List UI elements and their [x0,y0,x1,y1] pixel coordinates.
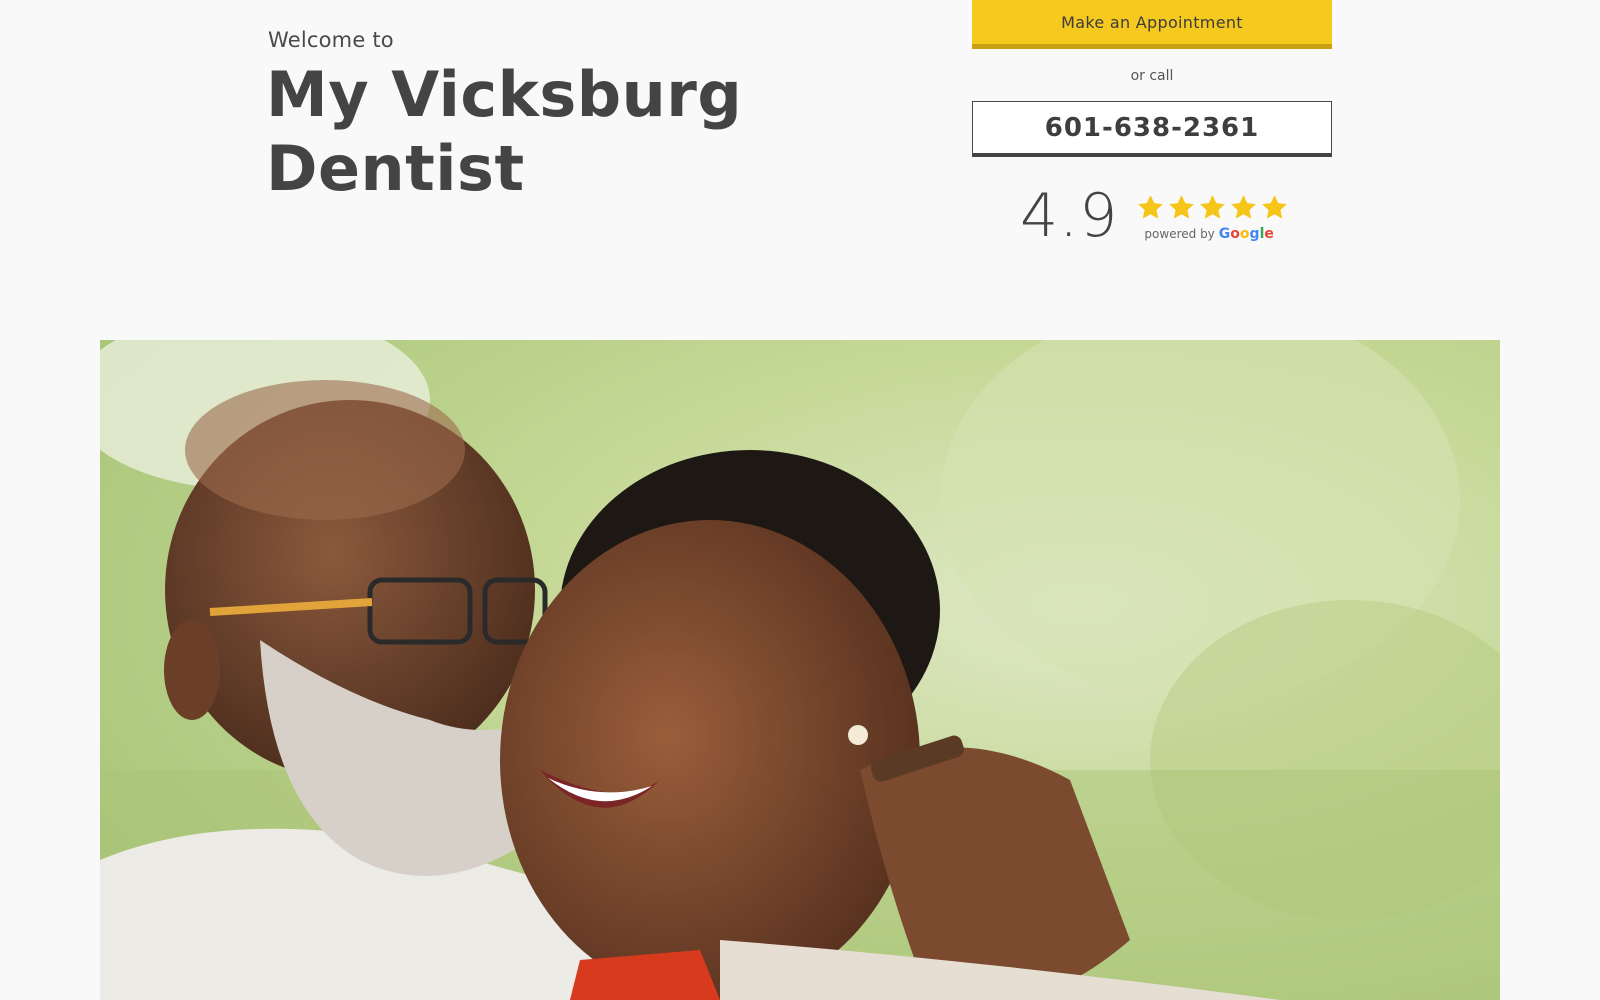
google-logo: Google [1218,226,1274,242]
star-icon [1138,195,1164,219]
star-icon [1231,195,1257,219]
powered-by-google: powered by Google [1144,226,1289,242]
rating-score: 4.9 [1020,181,1119,251]
welcome-text: Welcome to [268,28,394,52]
google-rating[interactable]: 4.9 powered by Google [1020,183,1289,249]
star-rating [1136,193,1289,222]
title-line-2: Dentist [266,132,525,205]
page-title: My Vicksburg Dentist [266,58,742,206]
couple-photo-icon [100,340,1500,1000]
or-call-text: or call [1130,68,1174,84]
phone-button[interactable]: 601-638-2361 [972,101,1332,157]
star-icon [1200,195,1226,219]
rating-details: powered by Google [1136,193,1289,242]
make-appointment-button[interactable]: Make an Appointment [972,0,1332,49]
title-line-1: My Vicksburg [266,58,743,131]
hero-image [100,340,1500,1000]
star-icon [1169,195,1195,219]
powered-by-text: powered by [1144,227,1215,241]
cta-column: Make an Appointment or call 601-638-2361 [972,0,1332,157]
page: Welcome to My Vicksburg Dentist Make an … [0,0,1600,1000]
star-icon [1262,195,1288,219]
